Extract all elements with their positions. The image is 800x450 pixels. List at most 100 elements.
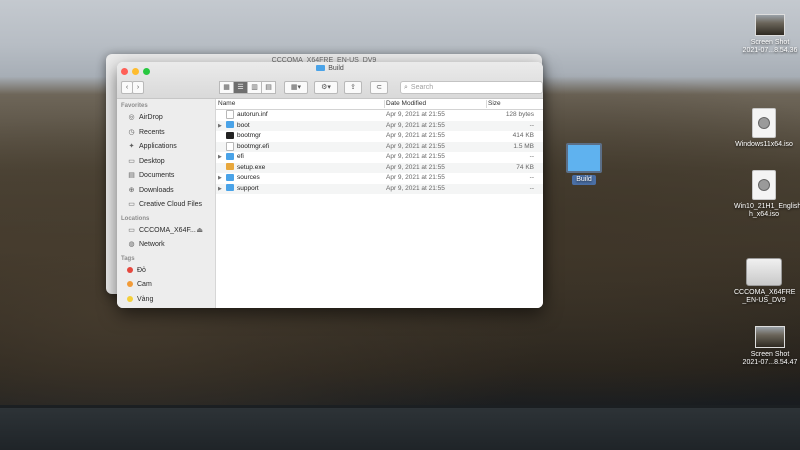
folder-icon: ▭ — [128, 201, 135, 208]
drive-icon — [746, 258, 782, 286]
airdrop-icon: ◎ — [128, 114, 135, 121]
folder-icon — [566, 143, 602, 173]
applications-icon: ✦ — [128, 143, 135, 150]
sidebar-tag[interactable]: Đỏ — [117, 264, 215, 279]
file-name: support — [237, 184, 259, 192]
sidebar-item[interactable]: ◎ AirDrop — [117, 111, 215, 126]
tag-color-dot — [127, 295, 133, 302]
disclosure-triangle-icon[interactable]: ▶ — [218, 184, 226, 195]
file-row[interactable]: ▶ sources Apr 9, 2021 at 21:55 -- — [216, 173, 543, 184]
file-row[interactable]: bootmgr Apr 9, 2021 at 21:55 414 KB — [216, 131, 543, 142]
gallery-view-button[interactable]: ▤ — [261, 81, 276, 94]
view-mode-group: ▦ ☰ ▥ ▤ — [219, 81, 276, 94]
file-row[interactable]: setup.exe Apr 9, 2021 at 21:55 74 KB — [216, 162, 543, 174]
sidebar-item[interactable]: ▭ Creative Cloud Files — [117, 198, 215, 213]
file-row[interactable]: ▶ boot Apr 9, 2021 at 21:55 -- — [216, 120, 543, 132]
document-icon — [226, 110, 234, 119]
sidebar-item[interactable]: ▤ Documents — [117, 169, 215, 184]
finder-window[interactable]: Build ‹ › ▦ ☰ ▥ ▤ ▦▾ ⚙▾ ⇪ ⊂ ⌕ Search Favo… — [117, 62, 543, 308]
column-divider — [384, 100, 385, 108]
file-name-cell: ▶ sources — [218, 173, 382, 184]
file-date: Apr 9, 2021 at 21:55 — [386, 153, 445, 160]
disk-image-icon — [752, 170, 776, 200]
dragged-folder-label: Build — [572, 175, 596, 185]
column-header-size[interactable]: Size — [488, 99, 534, 109]
folder-icon — [226, 121, 234, 129]
share-button[interactable]: ⇪ — [344, 81, 362, 94]
desktop-icon-label: Screen Shot — [750, 39, 790, 46]
folder-icon — [226, 152, 234, 160]
file-name-cell: autorun.inf — [218, 110, 382, 121]
desktop-icon-item[interactable]: Win10_21H1_English h_x64.iso — [734, 170, 800, 219]
column-header-name[interactable]: Name — [218, 99, 382, 109]
eject-icon[interactable]: ⏏ — [196, 224, 203, 239]
action-gear-button[interactable]: ⚙▾ — [314, 81, 338, 94]
sidebar-item-label: Network — [139, 241, 165, 248]
icon-view-button[interactable]: ▦ — [219, 81, 234, 94]
tag-color-dot — [127, 266, 133, 273]
sidebar-header-favorites: Favorites — [121, 103, 148, 109]
document-icon — [226, 141, 234, 151]
tags-button[interactable]: ⊂ — [370, 81, 388, 94]
desktop-icon-label: Win10_21H1_English — [734, 203, 800, 210]
sidebar-item[interactable]: ✦ Applications — [117, 140, 215, 155]
file-name: boot — [237, 121, 250, 129]
file-name-cell: bootmgr.efi — [218, 141, 382, 153]
disclosure-triangle-icon[interactable]: ▶ — [218, 121, 226, 132]
forward-button[interactable]: › — [132, 81, 144, 94]
file-name: bootmgr.efi — [237, 142, 270, 150]
file-row[interactable]: ▶ efi Apr 9, 2021 at 21:55 -- — [216, 152, 543, 163]
file-size: -- — [529, 184, 534, 192]
screenshot-thumbnail-icon — [755, 326, 785, 348]
file-name-cell: ▶ support — [218, 184, 382, 195]
search-field[interactable]: ⌕ Search — [400, 81, 543, 94]
sidebar-item[interactable]: ◷ Recents — [117, 126, 215, 141]
downloads-icon: ⊕ — [128, 186, 135, 194]
file-name-cell: ▶ efi — [218, 152, 382, 163]
desktop-icon-label: CCCOMA_X64FRE — [734, 289, 796, 296]
desktop-icon-item[interactable]: Screen Shot 2021-07...8.54.36 — [740, 14, 800, 55]
file-name-cell: setup.exe — [218, 163, 382, 174]
desktop-icon-label: 2021-07...8.54.47 — [742, 359, 798, 366]
column-view-button[interactable]: ▥ — [247, 81, 262, 94]
sidebar-item[interactable]: ⊕ Downloads — [117, 184, 215, 199]
sidebar-item[interactable]: ◍ Network — [117, 238, 215, 253]
disc-icon: ▭ — [128, 226, 135, 234]
disclosure-triangle-icon[interactable]: ▶ — [218, 152, 226, 163]
sidebar-item[interactable]: ▭ CCCOMA_X64F... ⏏ — [117, 224, 215, 239]
desktop-icon-item[interactable]: Screen Shot 2021-07...8.54.47 — [740, 326, 800, 367]
file-row[interactable]: bootmgr.efi Apr 9, 2021 at 21:55 1.5 MB — [216, 141, 543, 153]
column-header-date[interactable]: Date Modified — [386, 99, 484, 109]
desktop-icon-item[interactable]: CCCOMA_X64FRE _EN-US_DV9 — [734, 258, 796, 305]
dragged-folder[interactable]: Build — [562, 143, 606, 185]
wallpaper-sea — [0, 408, 800, 450]
column-divider — [486, 100, 487, 108]
sidebar-item-label: Vàng — [137, 295, 154, 303]
group-button[interactable]: ▦▾ — [284, 81, 308, 94]
documents-icon: ▤ — [128, 172, 135, 179]
sidebar-item[interactable]: ▭ Desktop — [117, 155, 215, 170]
clock-icon: ◷ — [128, 128, 135, 136]
file-name: sources — [237, 174, 260, 181]
file-size: 414 KB — [512, 132, 534, 139]
sidebar-item-label: Downloads — [139, 186, 174, 194]
file-size: -- — [529, 174, 534, 181]
file-name-cell: bootmgr — [218, 131, 382, 142]
desktop-icon-item[interactable]: Windows11x64.iso — [734, 108, 794, 149]
list-view-button[interactable]: ☰ — [233, 81, 248, 94]
finder-toolbar: Build ‹ › ▦ ☰ ▥ ▤ ▦▾ ⚙▾ ⇪ ⊂ ⌕ Search — [117, 62, 543, 99]
search-placeholder: Search — [410, 84, 434, 91]
disclosure-triangle-icon[interactable]: ▶ — [218, 173, 226, 184]
folder-icon — [226, 173, 234, 181]
sidebar-item-label: Applications — [139, 143, 177, 150]
desktop-icon: ▭ — [128, 157, 135, 165]
finder-sidebar: Favorites ◎ AirDrop ◷ Recents ✦ Applications ▭… — [117, 99, 216, 308]
file-name: setup.exe — [237, 163, 266, 171]
file-date: Apr 9, 2021 at 21:55 — [386, 184, 445, 192]
sidebar-tag[interactable]: Cam — [117, 278, 215, 293]
file-size: 74 KB — [516, 163, 534, 171]
file-row[interactable]: autorun.inf Apr 9, 2021 at 21:55 128 bytes — [216, 110, 543, 121]
file-row[interactable]: ▶ support Apr 9, 2021 at 21:55 -- — [216, 183, 543, 195]
file-date: Apr 9, 2021 at 21:55 — [386, 121, 445, 129]
sidebar-tag[interactable]: Vàng — [117, 293, 215, 308]
